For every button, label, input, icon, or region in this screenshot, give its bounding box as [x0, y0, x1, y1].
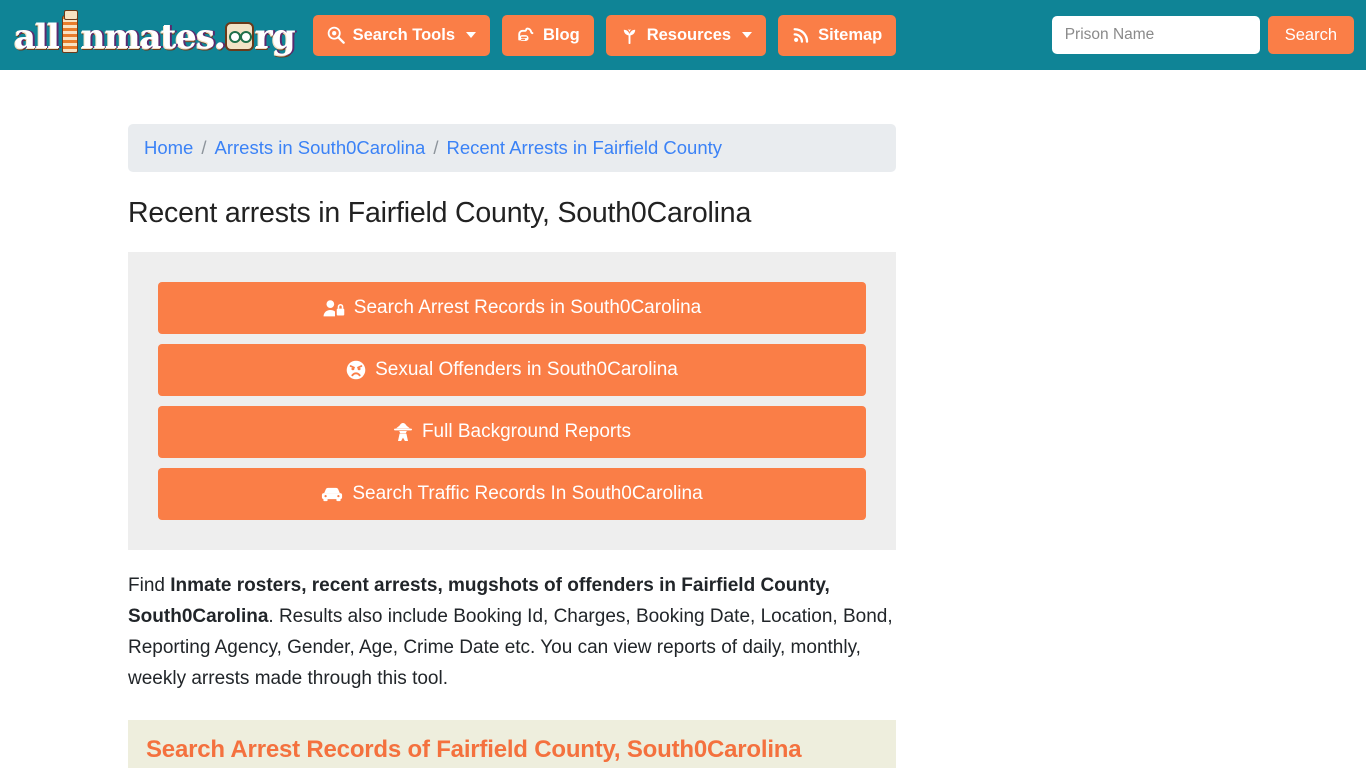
full-background-reports-button[interactable]: Full Background Reports — [158, 406, 866, 458]
site-header: all nmates. rg Search Tools Blog Resourc… — [0, 0, 1366, 70]
sexual-offenders-label: Sexual Offenders in South0Carolina — [375, 359, 678, 380]
breadcrumb: Home / Arrests in South0Carolina / Recen… — [128, 124, 896, 172]
page-body: Home / Arrests in South0Carolina / Recen… — [0, 124, 1366, 768]
search-traffic-records-button[interactable]: Search Traffic Records In South0Carolina — [158, 468, 866, 520]
nav-sitemap-label: Sitemap — [818, 25, 883, 44]
user-secret-icon — [393, 422, 413, 442]
header-search-button[interactable]: Search — [1267, 16, 1354, 54]
rss-icon — [792, 26, 810, 44]
full-background-reports-label: Full Background Reports — [421, 421, 632, 442]
chevron-down-icon — [466, 32, 477, 38]
breadcrumb-item-arrests-state[interactable]: Arrests in South0Carolina — [215, 137, 426, 159]
search-icon — [327, 26, 345, 44]
breadcrumb-separator: / — [201, 137, 207, 158]
primary-nav: Search Tools Blog Resources Sitemap — [312, 14, 897, 56]
user-lock-icon — [323, 299, 345, 318]
site-logo[interactable]: all nmates. rg — [14, 10, 296, 58]
car-icon — [321, 485, 343, 503]
angry-face-icon — [346, 360, 366, 380]
content-container: Home / Arrests in South0Carolina / Recen… — [128, 124, 896, 768]
intro-lead: Find — [128, 575, 171, 596]
prison-name-search-input[interactable] — [1051, 16, 1260, 54]
breadcrumb-separator: / — [433, 137, 439, 158]
chevron-down-icon — [742, 32, 753, 38]
nav-blog-label: Blog — [543, 25, 580, 44]
logo-text: all nmates. rg — [14, 10, 296, 57]
intro-paragraph: Find Inmate rosters, recent arrests, mug… — [128, 570, 896, 694]
search-traffic-records-label: Search Traffic Records In South0Carolina — [352, 483, 703, 504]
search-records-highlight-bar: Search Arrest Records of Fairfield Count… — [128, 720, 896, 768]
search-arrest-records-label: Search Arrest Records in South0Carolina — [353, 297, 702, 318]
search-arrest-records-button[interactable]: Search Arrest Records in South0Carolina — [158, 282, 866, 334]
logo-text-part3: rg — [254, 17, 296, 57]
seedling-icon — [620, 26, 639, 45]
nav-search-tools-label: Search Tools — [352, 25, 456, 44]
nav-resources-button[interactable]: Resources — [605, 14, 767, 56]
header-search-form: Search — [1051, 0, 1354, 70]
nav-sitemap-button[interactable]: Sitemap — [778, 14, 897, 56]
breadcrumb-item-home[interactable]: Home — [144, 137, 193, 159]
action-buttons-panel: Search Arrest Records in South0Carolina … — [128, 252, 896, 550]
prisoner-face-icon — [224, 22, 255, 52]
search-records-heading: Search Arrest Records of Fairfield Count… — [146, 736, 802, 763]
logo-text-part1: all — [14, 17, 60, 57]
prisoner-figure-icon — [60, 10, 80, 55]
blogger-icon — [516, 26, 535, 45]
breadcrumb-item-current[interactable]: Recent Arrests in Fairfield County — [446, 137, 722, 159]
nav-search-tools-button[interactable]: Search Tools — [312, 14, 491, 56]
page-title: Recent arrests in Fairfield County, Sout… — [128, 197, 752, 229]
nav-blog-button[interactable]: Blog — [502, 14, 594, 56]
nav-resources-label: Resources — [646, 25, 732, 44]
sexual-offenders-button[interactable]: Sexual Offenders in South0Carolina — [158, 344, 866, 396]
logo-text-part2: nmates. — [80, 17, 226, 57]
